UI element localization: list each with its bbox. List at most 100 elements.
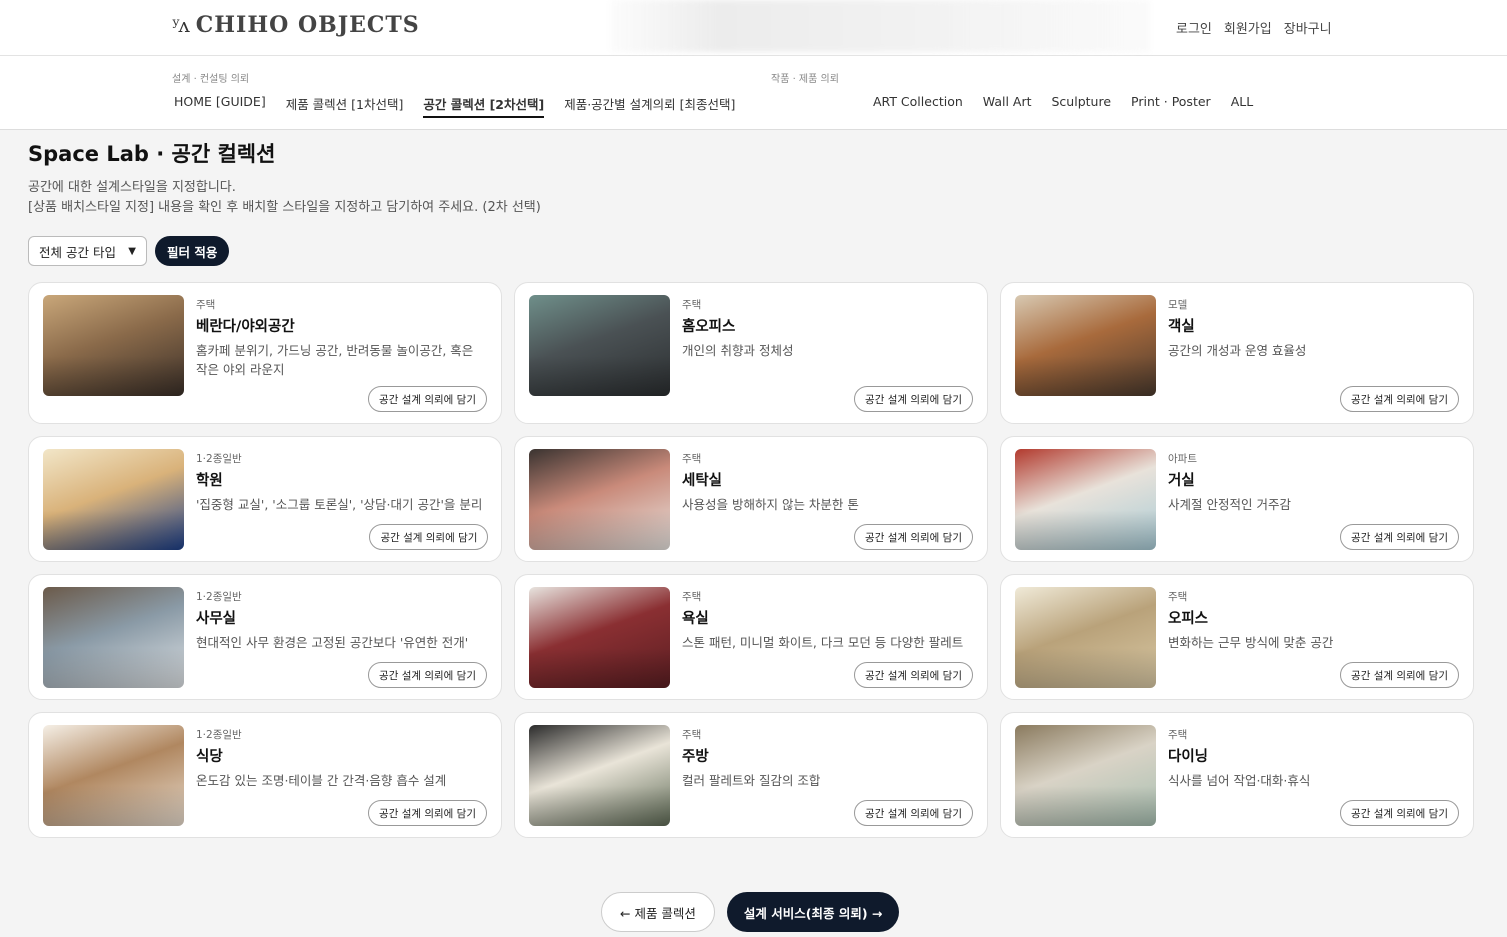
space-card-body: 1·2종일반 식당 온도감 있는 조명·테이블 간 간격·음향 흡수 설계 공간 설계… bbox=[196, 725, 487, 826]
space-card[interactable]: 1·2종일반사무실현대적인 사무 환경은 고정된 공간보다 '유연한 전개' 공간… bbox=[28, 574, 502, 700]
cart-link[interactable]: 장바구니 bbox=[1284, 18, 1332, 37]
space-card-body: 주택 세탁실 사용성을 방해하지 않는 차분한 톤 공간 설계 의뢰에 담기 bbox=[682, 449, 973, 550]
apply-filter-button[interactable]: 필터 적용 bbox=[155, 236, 230, 266]
space-thumbnail-image[interactable] bbox=[1015, 449, 1156, 550]
space-description: 변화하는 근무 방식에 맞춘 공간 bbox=[1168, 635, 1334, 650]
space-description: 현대적인 사무 환경은 고정된 공간보다 '유연한 전개' bbox=[196, 635, 469, 650]
space-type-label: 1·2종일반 bbox=[196, 453, 242, 465]
prev-product-collection-button[interactable]: ← 제품 콜렉션 bbox=[601, 892, 715, 932]
space-name: 오피스 bbox=[1168, 611, 1209, 627]
add-to-design-request-button[interactable]: 공간 설계 의뢰에 담기 bbox=[854, 662, 973, 688]
space-card-body: 모델 객실 공간의 개성과 운영 효율성 공간 설계 의뢰에 담기 bbox=[1168, 295, 1459, 412]
chevron-down-icon: ▼ bbox=[128, 245, 136, 257]
space-card-grid: 주택 베란다/야외공간 홈카페 분위기, 가드닝 공간, 반려동물 놀이공간, 혹은… bbox=[28, 282, 1475, 838]
nav-group-label-design: 설계 · 컨설팅 의뢰 bbox=[172, 74, 250, 85]
space-card[interactable]: 아파트거실사계절 안정적인 거주감공간 설계 의뢰에 담기 bbox=[1000, 436, 1474, 562]
account-links: 로그인 회원가입 장바구니 bbox=[1176, 18, 1332, 37]
space-card-body: 주택 베란다/야외공간 홈카페 분위기, 가드닝 공간, 반려동물 놀이공간, 혹은… bbox=[196, 295, 487, 412]
space-name: 베란다/야외공간 bbox=[196, 319, 295, 335]
space-thumbnail-image[interactable] bbox=[529, 295, 670, 396]
space-thumbnail-image[interactable] bbox=[1015, 725, 1156, 826]
space-thumbnail-image[interactable] bbox=[1015, 587, 1156, 688]
space-card-body: 주택 홈오피스 개인의 취향과 정체성 공간 설계 의뢰에 담기 bbox=[682, 295, 973, 412]
space-card-body: 주택다이닝식사를 넘어 작업·대화·휴식공간 설계 의뢰에 담기 bbox=[1168, 725, 1459, 826]
nav-item-print-poster[interactable]: Print · Poster bbox=[1131, 94, 1211, 112]
space-name: 거실 bbox=[1168, 473, 1195, 489]
nav-item-sculpture[interactable]: Sculpture bbox=[1052, 94, 1112, 112]
add-to-design-request-button[interactable]: 공간 설계 의뢰에 담기 bbox=[1340, 524, 1459, 550]
next-design-service-button[interactable]: 설계 서비스(최종 의뢰) → bbox=[726, 892, 900, 932]
signup-link[interactable]: 회원가입 bbox=[1224, 18, 1272, 37]
space-card-body: 1·2종일반사무실현대적인 사무 환경은 고정된 공간보다 '유연한 전개' 공간… bbox=[196, 587, 487, 688]
space-card[interactable]: 모델 객실 공간의 개성과 운영 효율성 공간 설계 의뢰에 담기 bbox=[1000, 282, 1474, 424]
space-type-label: 1·2종일반 bbox=[196, 591, 242, 603]
add-to-design-request-button[interactable]: 공간 설계 의뢰에 담기 bbox=[1340, 386, 1459, 412]
space-type-label: 모델 bbox=[1168, 299, 1188, 311]
space-card[interactable]: 주택 홈오피스 개인의 취향과 정체성 공간 설계 의뢰에 담기 bbox=[514, 282, 988, 424]
space-type-select[interactable]: 전체 공간 타입 ▼ bbox=[28, 236, 147, 266]
space-thumbnail-image[interactable] bbox=[43, 449, 184, 550]
header-banner bbox=[610, 0, 1150, 52]
login-link[interactable]: 로그인 bbox=[1176, 18, 1212, 37]
space-card[interactable]: 1·2종일반 식당 온도감 있는 조명·테이블 간 간격·음향 흡수 설계 공간 설계… bbox=[28, 712, 502, 838]
space-card-body: 아파트거실사계절 안정적인 거주감공간 설계 의뢰에 담기 bbox=[1168, 449, 1459, 550]
description-line-2: [상품 배치스타일 지정] 내용을 확인 후 배치할 스타일을 지정하고 담기하… bbox=[28, 200, 541, 215]
space-name: 식당 bbox=[196, 749, 223, 765]
logo[interactable]: ʸʌ CHIHO OBJECTS bbox=[172, 12, 420, 38]
logo-text: CHIHO OBJECTS bbox=[195, 12, 420, 38]
nav-group-label-artwork: 작품 · 제품 의뢰 bbox=[771, 74, 839, 85]
nav-item-home[interactable]: HOME [GUIDE] bbox=[174, 94, 266, 118]
space-thumbnail-image[interactable] bbox=[43, 725, 184, 826]
space-card[interactable]: 주택 베란다/야외공간 홈카페 분위기, 가드닝 공간, 반려동물 놀이공간, 혹은… bbox=[28, 282, 502, 424]
nav-item-wall-art[interactable]: Wall Art bbox=[983, 94, 1032, 112]
add-to-design-request-button[interactable]: 공간 설계 의뢰에 담기 bbox=[1340, 800, 1459, 826]
nav-item-art-collection[interactable]: ART Collection bbox=[873, 94, 963, 112]
space-type-label: 주택 bbox=[682, 729, 702, 741]
space-card[interactable]: 주택 욕실 스톤 패턴, 미니멀 화이트, 다크 모던 등 다양한 팔레트 공간 설계… bbox=[514, 574, 988, 700]
space-description: 온도감 있는 조명·테이블 간 간격·음향 흡수 설계 bbox=[196, 773, 447, 788]
space-thumbnail-image[interactable] bbox=[529, 449, 670, 550]
nav-item-design-request[interactable]: 제품·공간별 설계의뢰 [최종선택] bbox=[564, 94, 735, 118]
space-thumbnail-image[interactable] bbox=[43, 295, 184, 396]
space-thumbnail-image[interactable] bbox=[1015, 295, 1156, 396]
space-description: 사계절 안정적인 거주감 bbox=[1168, 497, 1291, 512]
add-to-design-request-button[interactable]: 공간 설계 의뢰에 담기 bbox=[368, 386, 487, 412]
page-description: 공간에 대한 설계스타일을 지정합니다. [상품 배치스타일 지정] 내용을 확… bbox=[28, 178, 541, 218]
space-description: 스톤 패턴, 미니멀 화이트, 다크 모던 등 다양한 팔레트 bbox=[682, 635, 964, 650]
filter-bar: 전체 공간 타입 ▼ 필터 적용 bbox=[28, 236, 230, 266]
add-to-design-request-button[interactable]: 공간 설계 의뢰에 담기 bbox=[369, 524, 489, 550]
space-card[interactable]: 주택 주방 컬러 팔레트와 질감의 조합 공간 설계 의뢰에 담기 bbox=[514, 712, 988, 838]
space-name: 다이닝 bbox=[1168, 749, 1209, 765]
space-card[interactable]: 주택 세탁실 사용성을 방해하지 않는 차분한 톤 공간 설계 의뢰에 담기 bbox=[514, 436, 988, 562]
space-name: 세탁실 bbox=[682, 473, 723, 489]
space-name: 사무실 bbox=[196, 611, 237, 627]
space-thumbnail-image[interactable] bbox=[529, 725, 670, 826]
space-thumbnail-image[interactable] bbox=[529, 587, 670, 688]
space-type-select-value: 전체 공간 타입 bbox=[39, 244, 116, 260]
main-nav: 설계 · 컨설팅 의뢰 HOME [GUIDE] 제품 콜렉션 [1차선택] 공… bbox=[0, 56, 1507, 130]
space-type-label: 아파트 bbox=[1168, 453, 1197, 465]
add-to-design-request-button[interactable]: 공간 설계 의뢰에 담기 bbox=[368, 800, 487, 826]
space-type-label: 주택 bbox=[196, 299, 216, 311]
space-description: 식사를 넘어 작업·대화·휴식 bbox=[1168, 773, 1311, 788]
add-to-design-request-button[interactable]: 공간 설계 의뢰에 담기 bbox=[854, 386, 973, 412]
space-name: 학원 bbox=[196, 473, 223, 489]
space-name: 객실 bbox=[1168, 319, 1195, 335]
description-line-1: 공간에 대한 설계스타일을 지정합니다. bbox=[28, 180, 236, 195]
nav-item-all[interactable]: ALL bbox=[1231, 94, 1253, 112]
add-to-design-request-button[interactable]: 공간 설계 의뢰에 담기 bbox=[1340, 662, 1459, 688]
space-card-body: 주택 주방 컬러 팔레트와 질감의 조합 공간 설계 의뢰에 담기 bbox=[682, 725, 973, 826]
add-to-design-request-button[interactable]: 공간 설계 의뢰에 담기 bbox=[368, 662, 487, 688]
add-to-design-request-button[interactable]: 공간 설계 의뢰에 담기 bbox=[854, 800, 973, 826]
space-card[interactable]: 1·2종일반 학원 '집중형 교실', '소그룹 토론실', '상담·대기 공간'을… bbox=[28, 436, 502, 562]
nav-item-space-collection[interactable]: 공간 콜렉션 [2차선택] bbox=[423, 94, 545, 118]
space-thumbnail-image[interactable] bbox=[43, 587, 184, 688]
space-type-label: 주택 bbox=[682, 453, 702, 465]
add-to-design-request-button[interactable]: 공간 설계 의뢰에 담기 bbox=[854, 524, 973, 550]
space-card[interactable]: 주택오피스변화하는 근무 방식에 맞춘 공간공간 설계 의뢰에 담기 bbox=[1000, 574, 1474, 700]
space-type-label: 주택 bbox=[1168, 729, 1188, 741]
space-type-label: 주택 bbox=[1168, 591, 1188, 603]
nav-item-product-collection[interactable]: 제품 콜렉션 [1차선택] bbox=[286, 94, 404, 118]
space-card[interactable]: 주택다이닝식사를 넘어 작업·대화·휴식공간 설계 의뢰에 담기 bbox=[1000, 712, 1474, 838]
space-name: 욕실 bbox=[682, 611, 709, 627]
